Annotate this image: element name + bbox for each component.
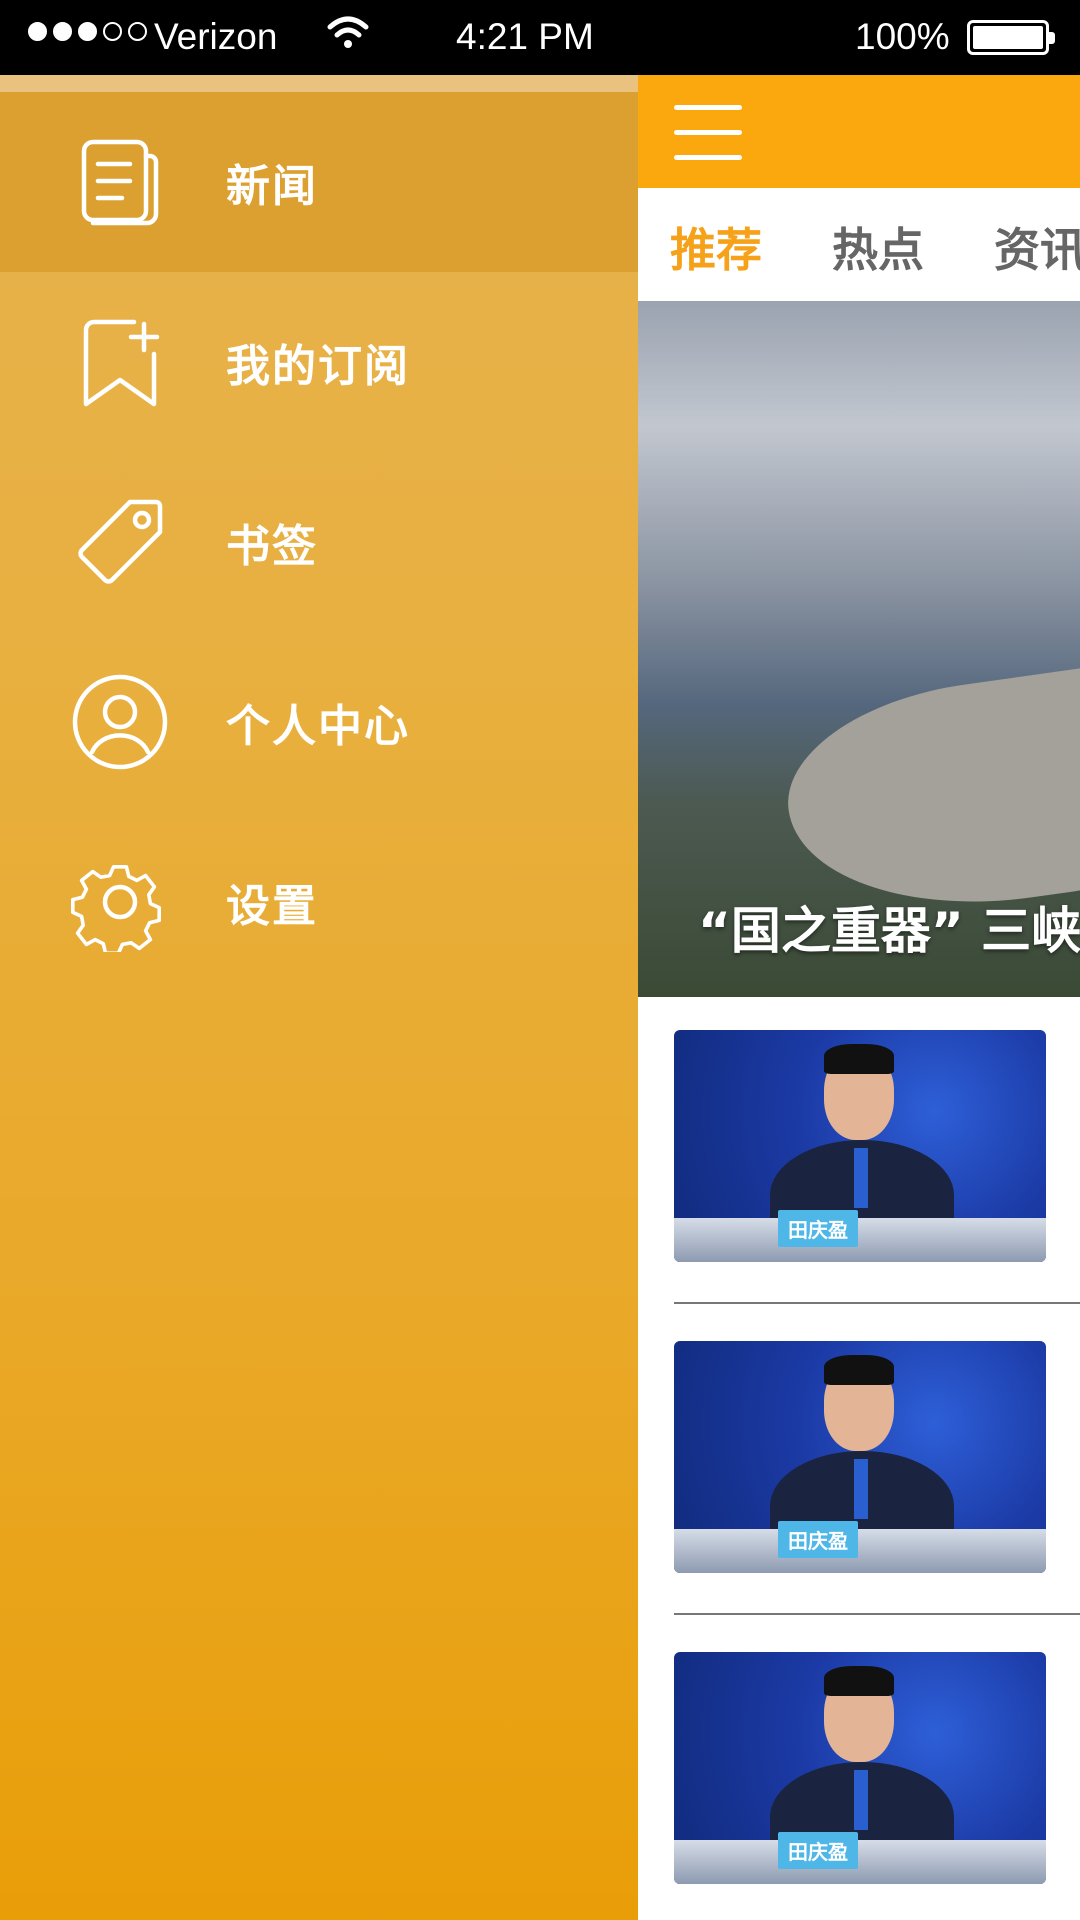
drawer-item-bookmarks[interactable]: 书签	[0, 452, 638, 632]
main-content: 推荐 热点 资讯 “国之重器” 三峡 田庆盈 田庆盈 田庆盈	[638, 75, 1080, 1920]
hero-caption: “国之重器” 三峡	[698, 902, 1080, 960]
category-tabs: 推荐 热点 资讯	[638, 188, 1080, 301]
drawer-top-edge	[0, 75, 638, 92]
bookmark-add-icon	[68, 310, 172, 414]
wifi-icon	[326, 13, 370, 62]
drawer-item-label: 设置	[226, 881, 318, 932]
drawer-item-news[interactable]: 新闻	[0, 92, 638, 272]
tab-hot[interactable]: 热点	[832, 214, 924, 280]
drawer-item-label: 我的订阅	[226, 341, 410, 392]
app-bar	[638, 75, 1080, 188]
tab-news[interactable]: 资讯	[994, 214, 1080, 280]
carrier-name: Verizon	[154, 16, 278, 57]
battery-percent: 100%	[855, 16, 950, 57]
news-thumbnail[interactable]: 田庆盈	[674, 1341, 1046, 1573]
nameplate: 田庆盈	[778, 1210, 858, 1247]
drawer-item-profile[interactable]: 个人中心	[0, 632, 638, 812]
hero-image-river	[774, 652, 1080, 930]
list-divider	[674, 1613, 1080, 1615]
list-divider	[674, 1302, 1080, 1304]
hero-banner[interactable]: “国之重器” 三峡	[638, 301, 1080, 997]
app-screen: Verizon 4:21 PM 100% 新闻 我的订阅 书签 个人中心 设置 …	[0, 0, 1080, 1920]
tab-recommended[interactable]: 推荐	[670, 214, 762, 280]
gear-icon	[68, 850, 172, 954]
newspaper-icon	[68, 130, 172, 234]
drawer-item-label: 个人中心	[226, 701, 410, 752]
signal-strength-icon	[28, 22, 147, 41]
tag-icon	[68, 490, 172, 594]
user-circle-icon	[68, 670, 172, 774]
clock: 4:21 PM	[456, 16, 594, 57]
nameplate: 田庆盈	[778, 1521, 858, 1558]
nameplate: 田庆盈	[778, 1832, 858, 1869]
status-bar: Verizon 4:21 PM 100%	[0, 0, 1080, 75]
drawer-item-label: 新闻	[226, 161, 318, 212]
news-thumbnail[interactable]: 田庆盈	[674, 1030, 1046, 1262]
news-thumbnail[interactable]: 田庆盈	[674, 1652, 1046, 1884]
drawer-item-subscriptions[interactable]: 我的订阅	[0, 272, 638, 452]
menu-icon[interactable]	[674, 105, 744, 161]
drawer-item-label: 书签	[226, 521, 318, 572]
battery-icon	[967, 20, 1055, 55]
drawer-item-settings[interactable]: 设置	[0, 812, 638, 992]
navigation-drawer: 新闻 我的订阅 书签 个人中心 设置	[0, 75, 638, 1920]
